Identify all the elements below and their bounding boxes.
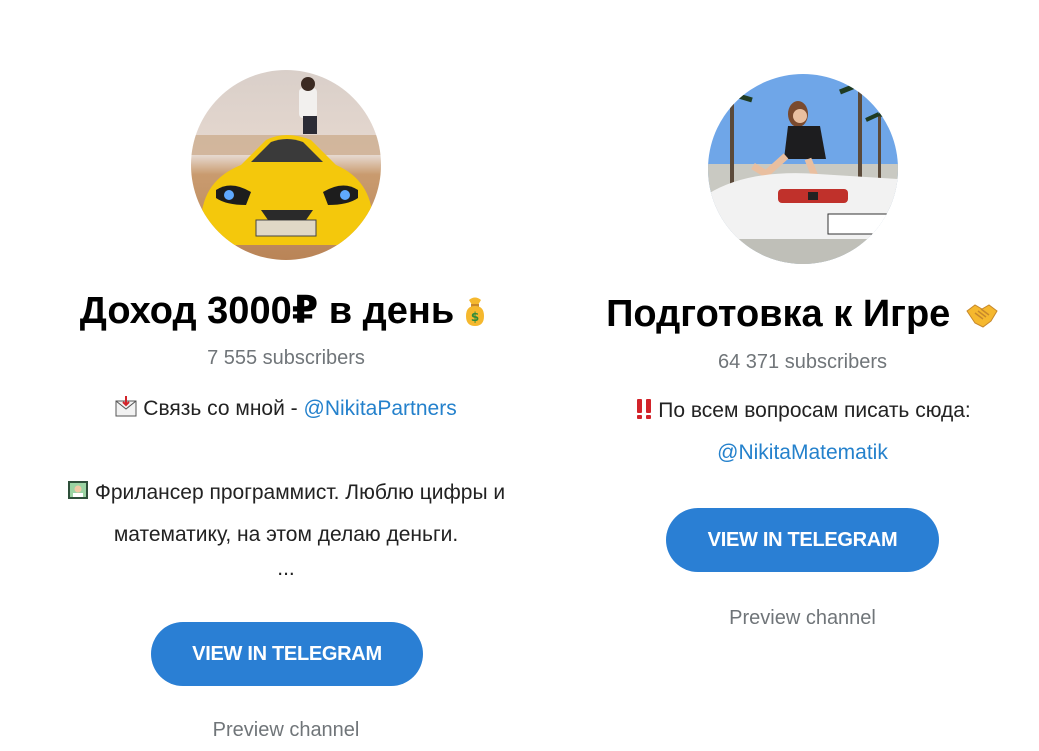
contact-link-line: @NikitaMatematik [580, 432, 1025, 474]
channel-title-text: Доход 3000₽ в день [79, 290, 455, 332]
programmer-icon [67, 481, 88, 499]
ellipsis: ... [277, 557, 295, 580]
preview-channel-link[interactable]: Preview channel [580, 606, 1025, 630]
contact-text: По всем вопросам писать сюда: [658, 399, 971, 422]
money-bag-icon: $ [466, 297, 485, 326]
channel-title: Подготовка к Игре [580, 292, 1025, 336]
channel-description: Связь со мной - @NikitaPartners Фрилансе… [0, 388, 572, 582]
contact-line: Связь со мной - @NikitaPartners [0, 388, 572, 430]
channel-description: По всем вопросам писать сюда: @NikitaMat… [580, 390, 1025, 474]
view-in-telegram-button[interactable]: VIEW IN TELEGRAM [666, 508, 939, 572]
channel-title: Доход 3000₽ в день $ [0, 289, 572, 333]
channel-avatar [708, 74, 898, 264]
channel-avatar [191, 70, 381, 260]
contact-text: Связь со мной - [143, 397, 304, 420]
svg-text:$: $ [471, 310, 479, 324]
contact-line: По всем вопросам писать сюда: [580, 390, 1025, 432]
bio-line-2: математику, на этом делаю деньги. [113, 523, 459, 546]
subscriber-count: 64 371 subscribers [718, 351, 887, 373]
contact-link[interactable]: @NikitaMatematik [717, 441, 888, 464]
channel-previews: Доход 3000₽ в день $ 7 555 subscribers С… [0, 0, 1039, 751]
subscriber-count: 7 555 subscribers [207, 347, 365, 369]
bio-text-1: Фрилансер программист. Люблю цифры и [94, 481, 506, 504]
handshake-icon [966, 304, 998, 328]
preview-channel-link[interactable]: Preview channel [0, 718, 572, 742]
double-exclamation-icon [637, 399, 652, 419]
view-in-telegram-button[interactable]: VIEW IN TELEGRAM [151, 622, 423, 686]
contact-link[interactable]: @NikitaPartners [304, 397, 457, 420]
envelope-icon [115, 396, 137, 417]
channel-title-text: Подготовка к Игре [606, 293, 951, 335]
bio-line-1: Фрилансер программист. Люблю цифры и [0, 472, 572, 514]
